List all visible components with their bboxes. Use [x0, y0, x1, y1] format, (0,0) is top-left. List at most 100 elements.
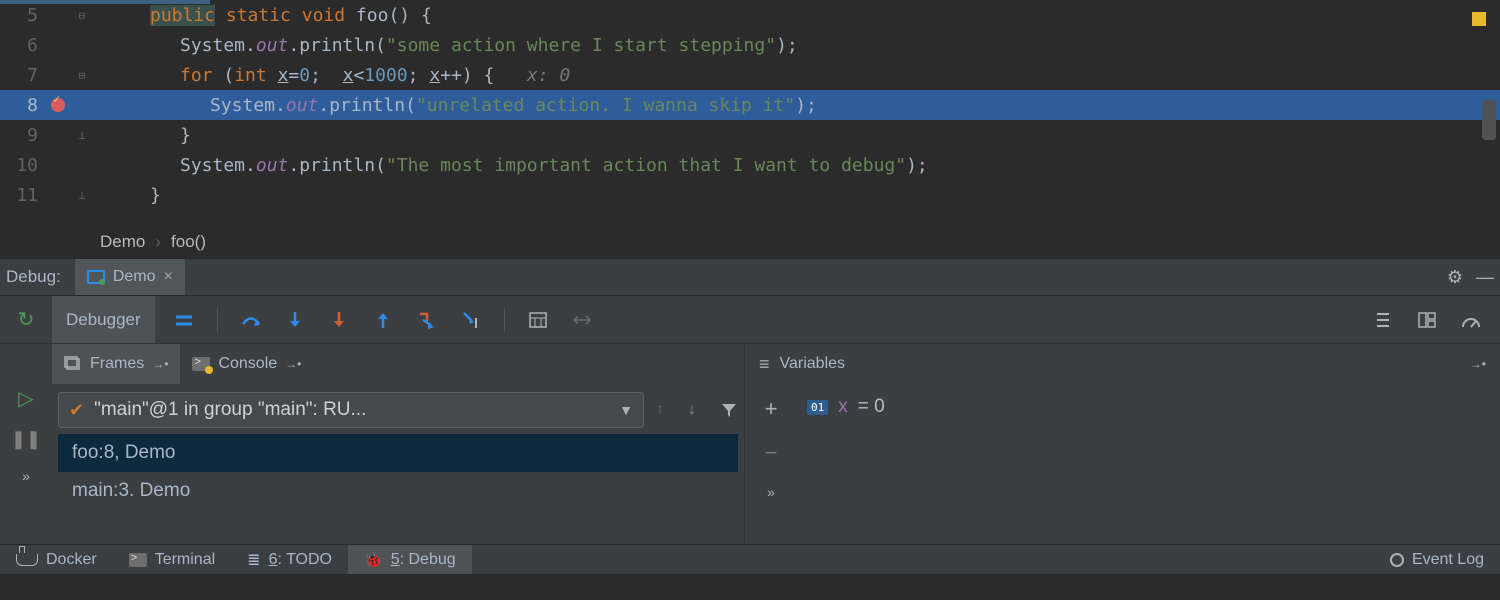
debug-tool-window-header: Debug: Demo × ⚙ —	[0, 258, 1500, 296]
debug-tool-window-button[interactable]: 🐞 5: Debug	[348, 545, 472, 574]
code-line-6[interactable]: 6 System.out.println("some action where …	[0, 30, 1500, 60]
prev-frame-icon[interactable]: ↑	[656, 401, 664, 419]
minimize-icon[interactable]: —	[1470, 267, 1500, 288]
code-text: System.out.println("The most important a…	[94, 155, 1500, 176]
line-number[interactable]: 6	[0, 35, 46, 56]
frame-list: foo:8, Demo main:3. Demo	[58, 434, 738, 510]
todo-label: 6: TODO	[269, 551, 332, 569]
pause-icon[interactable]: ❚❚	[11, 429, 41, 450]
frame-item[interactable]: foo:8, Demo	[58, 434, 738, 472]
panels-header: Frames →• Console →• ≡ Variables →•	[0, 344, 1500, 384]
variable-name: x	[838, 396, 848, 418]
variables-icon: ≡	[759, 354, 770, 375]
frames-tab[interactable]: Frames →•	[52, 344, 180, 384]
console-icon	[192, 357, 210, 371]
breakpoint-icon[interactable]	[51, 98, 65, 112]
show-execution-point-icon[interactable]	[173, 309, 195, 331]
debug-label: 5: Debug	[391, 551, 456, 569]
gear-icon[interactable]: ⚙	[1440, 267, 1470, 288]
frame-item[interactable]: main:3. Demo	[58, 472, 738, 510]
application-icon	[87, 270, 105, 284]
breadcrumb-method[interactable]: foo()	[171, 232, 206, 252]
debugger-tab[interactable]: Debugger	[52, 296, 155, 343]
pin-icon[interactable]: →•	[152, 357, 168, 371]
step-over-icon[interactable]	[240, 309, 262, 331]
terminal-label: Terminal	[155, 551, 215, 569]
frames-label: Frames	[90, 355, 144, 373]
fold-end-icon[interactable]: ⊥	[79, 189, 86, 202]
editor-scrollbar-thumb[interactable]	[1482, 100, 1496, 140]
code-line-7[interactable]: 7 ⊟ for (int x=0; x<1000; x++) { x: 0	[0, 60, 1500, 90]
breadcrumb[interactable]: Demo › foo()	[0, 226, 1500, 258]
breadcrumb-class[interactable]: Demo	[100, 232, 145, 252]
docker-tool-window-button[interactable]: Docker	[0, 545, 113, 574]
run-to-cursor-icon[interactable]	[460, 309, 482, 331]
thread-selector[interactable]: ✔ "main"@1 in group "main": RU... ▼	[58, 392, 644, 428]
variable-row[interactable]: 01 x = 0	[807, 396, 1490, 418]
analysis-status-icon[interactable]	[1472, 12, 1486, 26]
todo-tool-window-button[interactable]: ≣ 6: TODO	[231, 545, 348, 574]
fold-end-icon[interactable]: ⊥	[79, 129, 86, 142]
variable-value: = 0	[858, 396, 885, 418]
variables-pane[interactable]: 01 x = 0	[797, 384, 1500, 544]
line-number[interactable]: 8	[0, 95, 46, 116]
event-log-label: Event Log	[1412, 551, 1484, 569]
trace-current-stream-icon	[571, 309, 593, 331]
expand-icon[interactable]: »	[767, 484, 775, 500]
memory-view-icon[interactable]	[1460, 309, 1482, 331]
filter-icon[interactable]	[720, 402, 738, 418]
remove-watch-icon[interactable]: −	[765, 440, 778, 466]
debug-label: Debug:	[0, 267, 75, 287]
code-text: System.out.println("unrelated action. I …	[94, 95, 1500, 116]
terminal-tool-window-button[interactable]: Terminal	[113, 545, 231, 574]
force-step-into-icon[interactable]	[328, 309, 350, 331]
next-frame-icon[interactable]: ↓	[688, 401, 696, 419]
line-number[interactable]: 10	[0, 155, 46, 176]
step-out-icon[interactable]	[372, 309, 394, 331]
code-line-11[interactable]: 11 ⊥ }	[0, 180, 1500, 210]
terminal-icon	[129, 553, 147, 567]
event-log-button[interactable]: Event Log	[1374, 545, 1500, 574]
bug-icon: 🐞	[364, 551, 383, 569]
frames-pane: ✔ "main"@1 in group "main": RU... ▼ ↑ ↓ …	[52, 384, 745, 544]
run-config-name: Demo	[113, 268, 156, 286]
frames-icon	[64, 356, 82, 372]
debugger-toolbar: ↻ Debugger	[0, 296, 1500, 344]
code-line-9[interactable]: 9 ⊥ }	[0, 120, 1500, 150]
drop-frame-icon[interactable]	[416, 309, 438, 331]
code-line-8-current[interactable]: 8 System.out.println("unrelated action. …	[0, 90, 1500, 120]
thread-name: "main"@1 in group "main": RU...	[94, 399, 609, 421]
layout-settings-icon[interactable]	[1372, 309, 1394, 331]
code-line-10[interactable]: 10 System.out.println("The most importan…	[0, 150, 1500, 180]
pin-icon[interactable]: →•	[285, 357, 301, 371]
resume-icon[interactable]: ▷	[18, 386, 33, 411]
close-icon[interactable]: ×	[164, 268, 173, 286]
line-number[interactable]: 7	[0, 65, 46, 86]
line-number[interactable]: 5	[0, 5, 46, 26]
rerun-icon[interactable]: ↻	[18, 307, 35, 332]
list-icon: ≣	[247, 550, 260, 570]
line-number[interactable]: 9	[0, 125, 46, 146]
pin-icon[interactable]: →•	[1470, 357, 1500, 371]
restore-layout-icon[interactable]	[1416, 309, 1438, 331]
chevron-down-icon[interactable]: ▼	[619, 402, 633, 418]
code-text: }	[94, 125, 1500, 146]
code-line-5[interactable]: 5 ⊟ public static void foo() {	[0, 0, 1500, 30]
step-into-icon[interactable]	[284, 309, 306, 331]
variables-toolbar: + − »	[745, 384, 797, 544]
panels-body: ▷ ❚❚ » ✔ "main"@1 in group "main": RU...…	[0, 384, 1500, 544]
console-tab[interactable]: Console →•	[180, 344, 313, 384]
code-text: }	[94, 185, 1500, 206]
expand-icon[interactable]: »	[22, 468, 30, 484]
line-number[interactable]: 11	[0, 185, 46, 206]
event-log-icon	[1390, 553, 1404, 567]
code-editor[interactable]: 5 ⊟ public static void foo() { 6 System.…	[0, 0, 1500, 226]
run-config-tab[interactable]: Demo ×	[75, 259, 185, 295]
new-watch-icon[interactable]: +	[765, 396, 778, 422]
code-text: public static void foo() {	[94, 5, 1500, 26]
fold-toggle-icon[interactable]: ⊟	[79, 69, 86, 82]
fold-toggle-icon[interactable]: ⊟	[79, 9, 86, 22]
docker-label: Docker	[46, 551, 97, 569]
check-icon: ✔	[69, 400, 84, 421]
evaluate-expression-icon[interactable]	[527, 309, 549, 331]
